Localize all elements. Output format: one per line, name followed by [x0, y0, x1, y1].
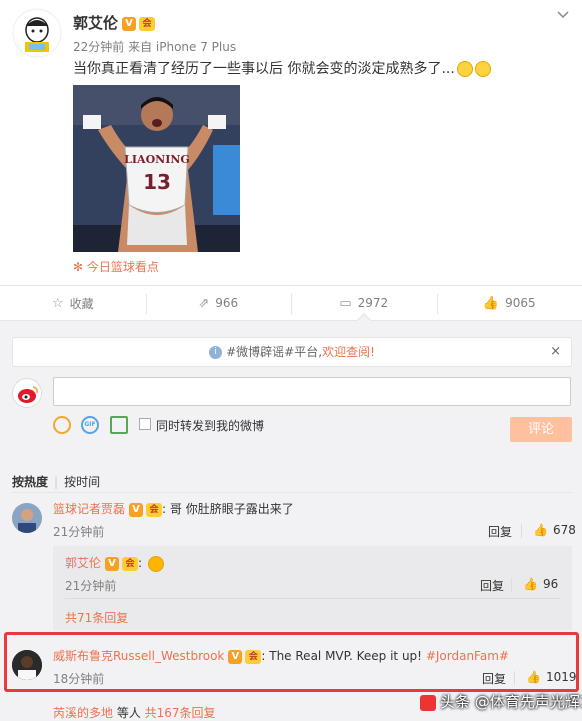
verified-icon: V: [122, 16, 137, 31]
comment-body: 篮球记者贾磊 V 会: 哥 你肚脐眼子露出来了: [53, 500, 294, 517]
cartoon-avatar-icon: [12, 8, 62, 58]
jersey-number-text: 13: [143, 170, 171, 194]
rumor-notice: i #微博辟谣#平台,欢迎查阅! ×: [12, 337, 572, 367]
member-crown-icon: 会: [146, 502, 163, 517]
weibo-logo-icon: [14, 380, 41, 407]
sub-reply-time: 21分钟前: [65, 579, 117, 593]
divider: [65, 598, 560, 599]
repost-checkbox-label: 同时转发到我的微博: [156, 419, 265, 433]
divider: [521, 524, 522, 538]
repost-icon: ⇗: [198, 295, 210, 311]
sub-reply-like-button[interactable]: 👍 96: [523, 577, 558, 591]
comment-count: 2972: [357, 296, 389, 310]
member-crown-icon: 会: [139, 16, 156, 31]
comment-text: : 哥 你肚脐眼子露出来了: [162, 502, 294, 516]
smile-emoji-icon[interactable]: [53, 416, 71, 434]
notice-link[interactable]: 欢迎查阅!: [322, 345, 375, 359]
post-text: 当你真正看清了经历了一些事以后 你就会变的淡定成熟多了...: [73, 58, 491, 78]
info-icon: i: [209, 346, 223, 359]
thumbs-up-icon: 👍: [523, 577, 538, 591]
smile-emoji-icon: [474, 61, 491, 77]
more-replies-link[interactable]: 共71条回复: [65, 609, 128, 626]
thumbs-up-icon: 👍: [533, 523, 548, 537]
sort-divider: |: [54, 475, 59, 489]
comment-sort: 按热度 | 按时间: [12, 473, 100, 490]
submit-comment-button[interactable]: 评论: [510, 417, 572, 442]
thinking-emoji-icon: [147, 555, 164, 572]
more-replies-link[interactable]: 共167条回复: [145, 706, 216, 720]
post-image[interactable]: LIAONING 13: [73, 85, 240, 252]
repost-checkbox[interactable]: [139, 418, 151, 430]
jersey-team-text: LIAONING: [124, 153, 190, 166]
comment-icon: ▭: [339, 295, 352, 311]
comment-like-button[interactable]: 👍 678: [533, 523, 576, 537]
comment-username[interactable]: 篮球记者贾磊: [53, 502, 125, 516]
author-avatar[interactable]: [12, 8, 62, 58]
author-name[interactable]: 郭艾伦 V 会: [73, 12, 156, 33]
watermark: 头条 @体育先声光辉30: [420, 691, 582, 712]
person-photo: [12, 503, 42, 533]
source-link-text[interactable]: 今日篮球看点: [87, 260, 159, 274]
basketball-player-photo: LIAONING 13: [73, 85, 240, 252]
sub-reply-username[interactable]: 郭艾伦: [65, 556, 101, 570]
member-crown-icon: 会: [122, 556, 139, 571]
comment-like-count: 678: [552, 523, 576, 537]
weibo-post: 郭艾伦 V 会 22分钟前 来自 iPhone 7 Plus 当你真正看清了经历了一…: [0, 0, 582, 285]
sort-by-time[interactable]: 按时间: [64, 475, 100, 489]
image-icon[interactable]: [110, 416, 128, 434]
commenter-avatar[interactable]: [12, 503, 42, 533]
reply-button[interactable]: 回复: [480, 577, 504, 594]
thumbs-up-icon: 👍: [482, 295, 500, 311]
verified-icon: V: [129, 502, 144, 517]
sub-reply-like-count: 96: [542, 577, 559, 591]
replies-summary: 芮溪的多地 等人 共167条回复: [53, 704, 216, 721]
toutiao-logo-icon: [420, 694, 436, 711]
sub-reply-body: 郭艾伦 V 会:: [65, 554, 164, 572]
author-name-text[interactable]: 郭艾伦: [73, 14, 118, 32]
divider: [511, 578, 512, 592]
sub-reply-colon: :: [138, 556, 146, 570]
post-meta: 22分钟前 来自 iPhone 7 Plus: [73, 40, 237, 54]
repost-button[interactable]: ⇗ 966: [145, 286, 292, 320]
post-text-content: 当你真正看清了经历了一些事以后 你就会变的淡定成熟多了...: [73, 61, 455, 77]
post-action-bar: ☆ 收藏 ⇗ 966 ▭ 2972 👍 9065: [0, 285, 582, 321]
highlight-box: [4, 632, 579, 692]
like-button[interactable]: 👍 9065: [436, 286, 582, 320]
my-avatar[interactable]: [12, 378, 42, 408]
like-count: 9065: [505, 296, 536, 310]
repost-count: 966: [215, 296, 239, 310]
reply-button[interactable]: 回复: [488, 523, 512, 540]
sort-by-hot[interactable]: 按热度: [12, 475, 48, 489]
star-icon: ☆: [51, 295, 64, 311]
flower-icon: ✻: [73, 260, 87, 274]
chevron-down-icon: [557, 11, 569, 19]
replier-username[interactable]: 芮溪的多地: [53, 706, 113, 720]
replies-mid-text: 等人: [113, 706, 145, 720]
menu-chevron[interactable]: [556, 6, 572, 22]
gif-icon[interactable]: GIF: [81, 416, 99, 434]
favorite-button[interactable]: ☆ 收藏: [0, 286, 146, 320]
close-icon[interactable]: ×: [550, 338, 561, 366]
comment-time: 21分钟前: [53, 525, 105, 539]
source-link[interactable]: ✻ 今日篮球看点: [73, 258, 159, 275]
verified-icon: V: [105, 556, 120, 571]
comment-input[interactable]: [53, 377, 571, 406]
favorite-label: 收藏: [69, 296, 94, 311]
smile-emoji-icon: [456, 61, 473, 77]
notice-text: #微博辟谣#平台,: [226, 345, 323, 359]
divider: [12, 492, 572, 493]
watermark-text: 头条 @体育先声光辉30: [440, 693, 582, 711]
